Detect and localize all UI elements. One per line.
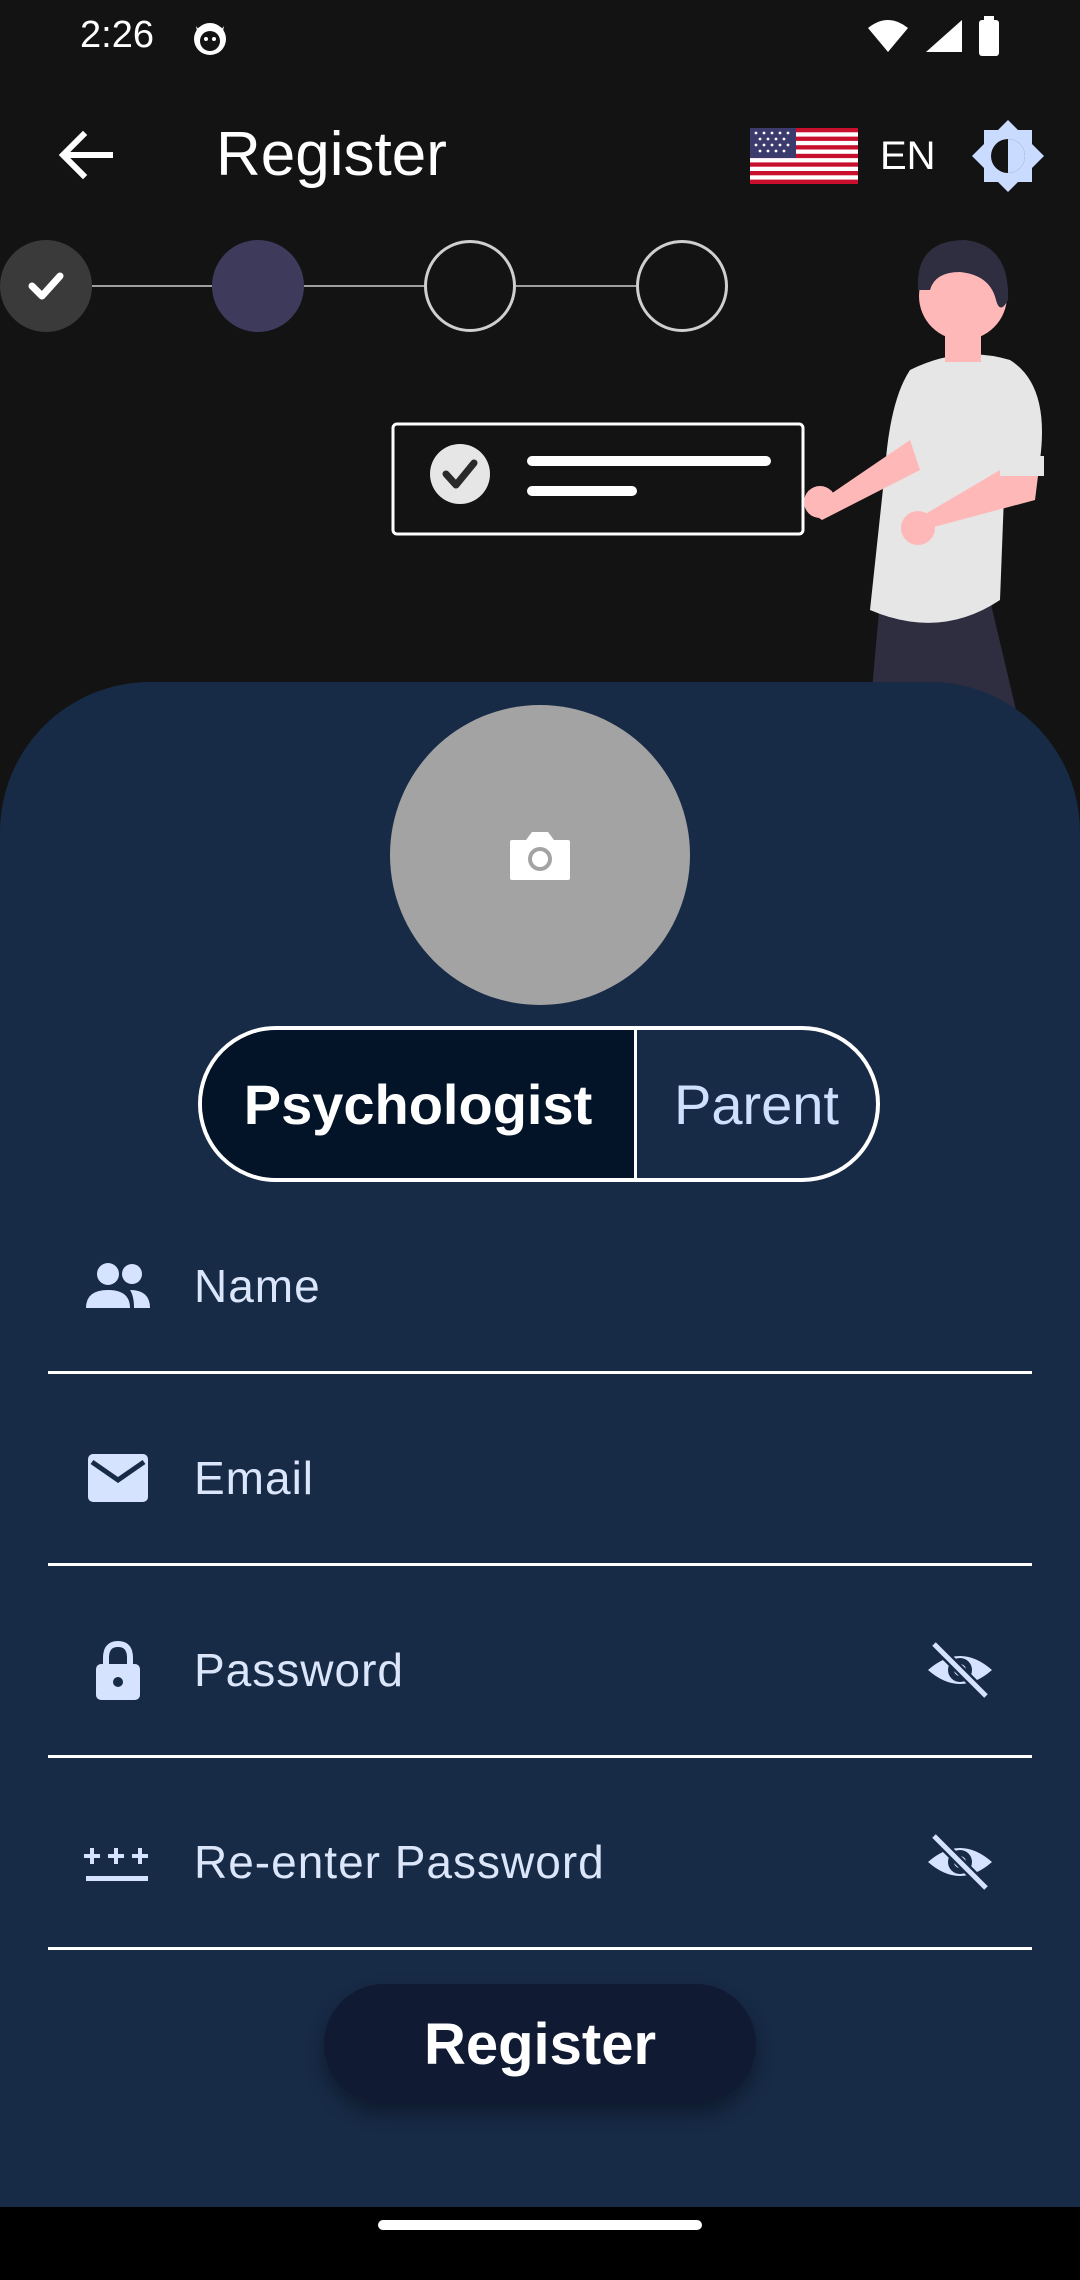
password-label: Password: [194, 1644, 404, 1696]
person-presenting-illustration: [391, 240, 1044, 710]
system-nav-bar: [0, 2207, 1080, 2280]
step-connector: [92, 285, 212, 287]
role-psychologist-option[interactable]: Psychologist: [202, 1030, 634, 1178]
theme-toggle-icon[interactable]: [970, 118, 1046, 194]
battery-icon: [979, 16, 999, 56]
register-button[interactable]: Register: [324, 1984, 756, 2104]
role-toggle: Psychologist Parent: [198, 1026, 880, 1182]
name-field[interactable]: Name: [48, 1194, 1032, 1374]
us-flag-icon[interactable]: [750, 128, 858, 184]
wifi-icon: [868, 20, 908, 52]
back-button[interactable]: [40, 110, 130, 200]
password-field[interactable]: Password: [48, 1578, 1032, 1758]
notification-cat-icon: [194, 23, 226, 55]
page-title: Register: [216, 120, 447, 189]
check-icon: [28, 272, 64, 300]
step-1-completed: [0, 240, 92, 332]
signal-icon: [926, 20, 962, 52]
home-indicator[interactable]: [378, 2220, 702, 2230]
people-icon: [86, 1263, 150, 1308]
language-code[interactable]: EN: [880, 128, 936, 184]
profile-photo-picker[interactable]: [390, 705, 690, 1005]
email-label: Email: [194, 1452, 315, 1504]
role-parent-option[interactable]: Parent: [634, 1030, 876, 1178]
camera-icon: [510, 832, 570, 880]
status-bar: 2:26: [0, 0, 1080, 76]
step-2-current: [212, 240, 304, 332]
name-label: Name: [194, 1260, 321, 1312]
status-time: 2:26: [80, 14, 154, 56]
visibility-off-icon[interactable]: [924, 1640, 996, 1700]
app-bar: Register EN: [0, 90, 1080, 220]
status-icons: [866, 16, 1000, 56]
password-dots-icon: [84, 1848, 148, 1881]
arrow-back-icon: [58, 130, 113, 180]
mail-icon: [88, 1454, 148, 1502]
reenter-password-field[interactable]: Re-enter Password: [48, 1770, 1032, 1950]
lock-icon: [96, 1640, 140, 1700]
visibility-off-icon[interactable]: [924, 1832, 996, 1892]
email-field[interactable]: Email: [48, 1386, 1032, 1566]
reenter-password-label: Re-enter Password: [194, 1836, 605, 1888]
